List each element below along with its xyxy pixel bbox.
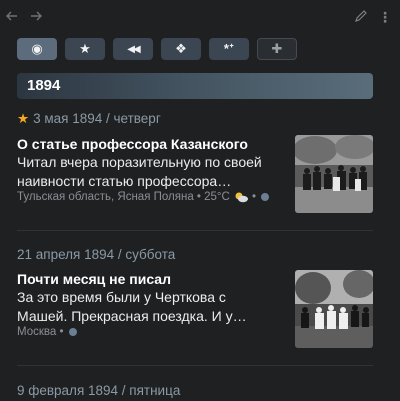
entry-location: Москва — [17, 326, 57, 338]
rewind-icon[interactable]: ◀◀ — [113, 38, 153, 60]
more-vertical-icon[interactable]: ⋮ — [378, 8, 392, 26]
partly-cloudy-icon — [233, 191, 249, 203]
sync-status-dot — [261, 193, 270, 201]
plus-icon[interactable]: ✚ — [257, 38, 297, 60]
entry-preview[interactable]: Читал вчера поразительную по своей наивн… — [17, 153, 279, 191]
entry-preview[interactable]: За это время были у Черткова с Машей. Пр… — [17, 288, 279, 326]
target-icon[interactable]: ◉ — [17, 38, 57, 60]
entry-meta: Тульская область, Ясная Поляна • 25°C • — [17, 191, 270, 203]
year-label: 1894 — [27, 77, 61, 94]
pencil-icon[interactable] — [354, 9, 370, 25]
entry-divider — [17, 365, 373, 366]
sync-status-dot — [68, 328, 77, 336]
arrow-left-icon[interactable] — [4, 9, 20, 25]
entry-photo[interactable] — [295, 135, 373, 213]
asterisk-icon[interactable]: *ᐩ — [209, 38, 249, 60]
entry-title[interactable]: О статье профессора Казанского — [17, 136, 248, 152]
entry-location: Тульская область, Ясная Поляна — [17, 191, 194, 203]
entry-photo[interactable] — [295, 270, 373, 348]
star-icon: ★ — [17, 111, 30, 126]
year-header: 1894 — [17, 73, 373, 99]
entry-temperature: 25°C — [204, 191, 230, 203]
entry-divider — [17, 230, 373, 231]
entry-date: 9 февраля 1894 / пятница — [17, 383, 181, 398]
filter-bar: ◉ ★ ◀◀ ❖ *ᐩ ✚ — [17, 38, 297, 60]
arrow-right-icon[interactable] — [28, 9, 44, 25]
star-icon[interactable]: ★ — [65, 38, 105, 60]
diamond-cluster-icon[interactable]: ❖ — [161, 38, 201, 60]
entry-date: ★ 3 мая 1894 / четверг — [17, 111, 161, 126]
entry-meta: Москва • — [17, 326, 77, 338]
entry-title[interactable]: Почти месяц не писал — [17, 271, 171, 287]
top-toolbar: ⋮ — [0, 0, 400, 34]
entry-date: 21 апреля 1894 / суббота — [17, 247, 176, 262]
